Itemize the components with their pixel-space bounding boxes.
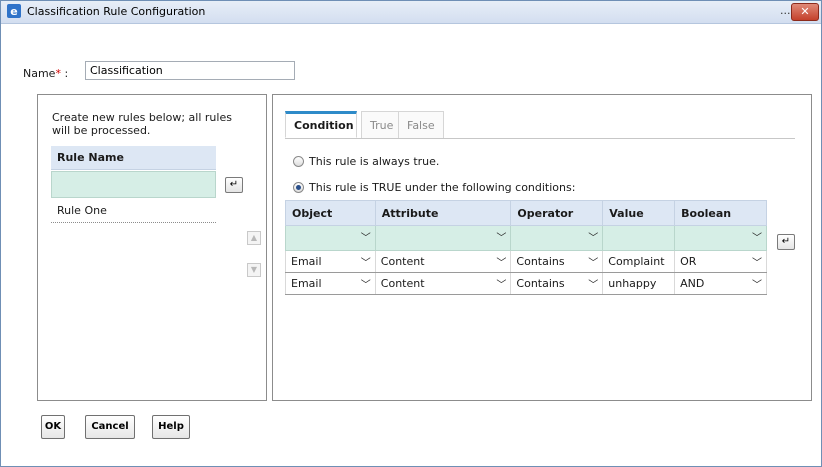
boolean-value: AND — [680, 277, 705, 290]
attribute-select[interactable]: ﹀ — [374, 225, 512, 251]
value-cell[interactable]: Complaint — [602, 250, 676, 273]
tab-bar: Condition True False — [285, 111, 795, 139]
operator-select[interactable]: ﹀ — [510, 225, 604, 251]
chevron-down-icon: ﹀ — [588, 233, 599, 244]
value-text: unhappy — [608, 277, 657, 290]
add-condition-enter-icon[interactable]: ↵ — [777, 234, 795, 250]
conditional-radio[interactable] — [293, 182, 304, 193]
ok-button[interactable]: OK — [41, 415, 65, 439]
object-value: Email — [291, 255, 322, 268]
name-input[interactable] — [85, 61, 295, 80]
value-text: Complaint — [608, 255, 665, 268]
rule-list-item[interactable]: Rule One — [51, 199, 216, 223]
move-down-icon[interactable]: ▼ — [247, 263, 261, 277]
chevron-down-icon[interactable]: ﹀ — [361, 276, 371, 291]
chevron-down-icon[interactable]: ﹀ — [752, 254, 762, 269]
window-title: Classification Rule Configuration — [27, 5, 206, 18]
chevron-down-icon[interactable]: ﹀ — [496, 276, 506, 291]
operator-value: Contains — [516, 255, 565, 268]
svg-text:e: e — [10, 5, 17, 18]
conditions-grid: Object Attribute Operator Value Boolean … — [285, 200, 767, 295]
rules-hint: Create new rules below; all rules will b… — [52, 111, 232, 137]
chevron-down-icon[interactable]: ﹀ — [496, 254, 506, 269]
chevron-down-icon: ﹀ — [496, 233, 507, 244]
cancel-button[interactable]: Cancel — [85, 415, 135, 439]
boolean-select[interactable]: ﹀ — [674, 225, 767, 251]
add-rule-enter-icon[interactable]: ↵ — [225, 177, 243, 193]
attribute-value: Content — [380, 255, 425, 268]
object-select[interactable]: ﹀ — [285, 225, 376, 251]
rule-name-header: Rule Name — [51, 146, 216, 170]
chevron-down-icon[interactable]: ﹀ — [752, 276, 762, 291]
tab-false[interactable]: False — [398, 111, 444, 138]
chevron-down-icon: ﹀ — [360, 233, 371, 244]
value-input[interactable] — [602, 225, 676, 251]
always-true-label: This rule is always true. — [309, 155, 440, 168]
table-row[interactable]: Email ﹀ Content ﹀ Contains ﹀ Complaint OR ﹀ — [285, 250, 767, 273]
rule-detail-panel: Condition True False This rule is always… — [272, 94, 812, 401]
name-label-colon: : — [60, 67, 69, 80]
attribute-cell[interactable]: Content ﹀ — [374, 250, 512, 273]
chevron-down-icon: ﹀ — [752, 233, 762, 244]
chevron-down-icon[interactable]: ﹀ — [588, 254, 598, 269]
chevron-down-icon[interactable]: ﹀ — [361, 254, 371, 269]
attribute-cell[interactable]: Content ﹀ — [374, 272, 512, 295]
table-row[interactable]: Email ﹀ Content ﹀ Contains ﹀ unhappy AND ﹀ — [285, 272, 767, 295]
new-rule-input[interactable] — [51, 171, 216, 198]
close-button[interactable]: ✕ — [791, 3, 819, 21]
help-button[interactable]: Help — [152, 415, 190, 439]
name-label: Name* : — [23, 67, 68, 80]
object-cell[interactable]: Email ﹀ — [285, 272, 376, 295]
new-condition-row: ﹀ ﹀ ﹀ ﹀ — [285, 225, 767, 251]
name-label-text: Name — [23, 67, 56, 80]
chevron-down-icon[interactable]: ﹀ — [588, 276, 598, 291]
more-icon[interactable]: ... — [780, 4, 791, 17]
grid-header-row: Object Attribute Operator Value Boolean — [285, 200, 767, 226]
column-object: Object — [285, 200, 376, 226]
operator-value: Contains — [516, 277, 565, 290]
title-bar[interactable]: e Classification Rule Configuration ... … — [1, 1, 821, 24]
object-value: Email — [291, 277, 322, 290]
attribute-value: Content — [380, 277, 425, 290]
move-up-icon[interactable]: ▲ — [247, 231, 261, 245]
column-attribute: Attribute — [374, 200, 512, 226]
value-cell[interactable]: unhappy — [602, 272, 676, 295]
dialog-window: e Classification Rule Configuration ... … — [0, 0, 822, 467]
boolean-cell[interactable]: OR ﹀ — [674, 250, 767, 273]
column-value: Value — [602, 200, 676, 226]
conditional-label: This rule is TRUE under the following co… — [309, 181, 576, 194]
operator-cell[interactable]: Contains ﹀ — [510, 272, 604, 295]
column-boolean: Boolean — [674, 200, 767, 226]
app-icon: e — [7, 4, 21, 18]
tab-condition[interactable]: Condition — [285, 111, 357, 138]
object-cell[interactable]: Email ﹀ — [285, 250, 376, 273]
rules-panel: Create new rules below; all rules will b… — [37, 94, 267, 401]
tab-true[interactable]: True — [361, 111, 403, 138]
boolean-value: OR — [680, 255, 697, 268]
column-operator: Operator — [510, 200, 604, 226]
operator-cell[interactable]: Contains ﹀ — [510, 250, 604, 273]
always-true-radio[interactable] — [293, 156, 304, 167]
boolean-cell[interactable]: AND ﹀ — [674, 272, 767, 295]
